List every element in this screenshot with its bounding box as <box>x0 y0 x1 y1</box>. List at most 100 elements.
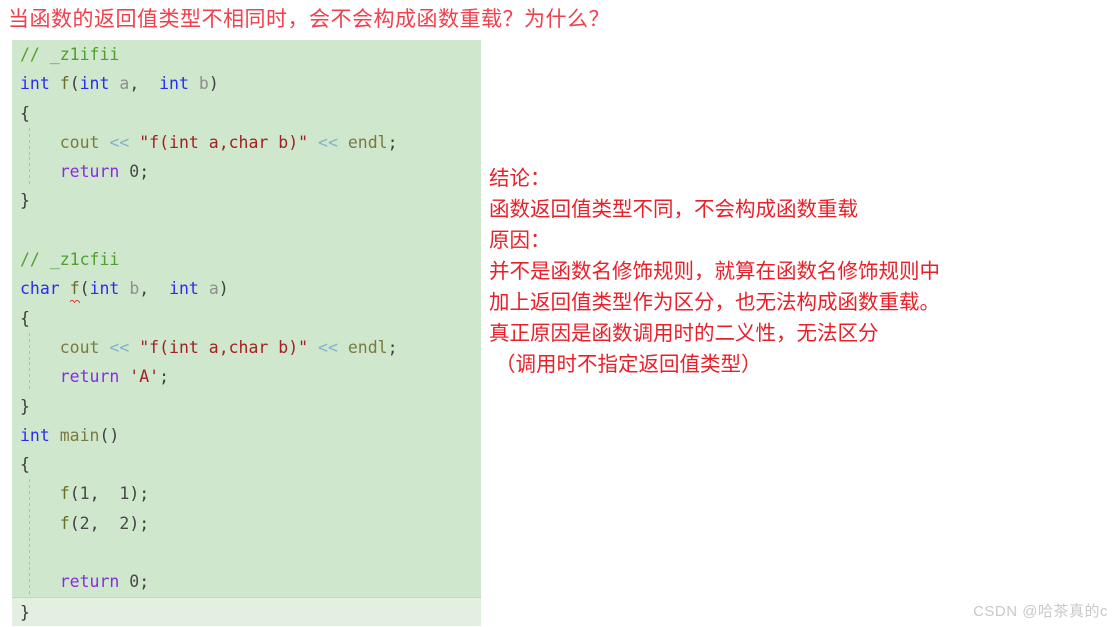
code-line[interactable]: { <box>12 304 481 333</box>
code-token: 2 <box>79 513 90 533</box>
code-token: a <box>208 279 219 299</box>
code-token: return <box>59 367 120 387</box>
code-token: int <box>159 74 189 94</box>
code-token: int <box>20 425 50 445</box>
csdn-watermark: CSDN @哈茶真的c <box>973 603 1108 620</box>
code-token: ; <box>387 337 398 357</box>
code-token: ( <box>69 74 80 94</box>
code-token: cout <box>20 132 110 152</box>
code-token: 0 <box>129 162 140 182</box>
code-token: { <box>20 455 30 475</box>
code-line[interactable]: f(2, 2); <box>12 508 481 539</box>
code-token: cout <box>20 337 110 357</box>
code-token: // _z1cfii <box>20 250 120 270</box>
code-token: << <box>109 132 140 152</box>
code-line[interactable]: return 0; <box>12 157 481 187</box>
annotation-line: 加上返回值类型作为区分，也无法构成函数重载。 <box>489 292 940 314</box>
code-token: ); <box>129 513 150 533</box>
annotation-line: 真正原因是函数调用时的二义性，无法区分 <box>489 323 879 345</box>
code-token: ; <box>159 367 170 387</box>
code-token: } <box>20 191 30 211</box>
code-token: a <box>119 74 130 94</box>
code-token: << <box>308 132 348 152</box>
code-line[interactable]: // _z1cfii <box>12 245 481 274</box>
code-token: 'A' <box>129 367 160 387</box>
code-line[interactable] <box>12 538 481 568</box>
page-title: 当函数的返回值类型不相同时，会不会构成函数重载？为什么？ <box>8 7 610 31</box>
code-token: endl <box>347 337 388 357</box>
code-token: int <box>20 74 50 94</box>
code-token: int <box>169 279 199 299</box>
code-token: char <box>20 279 60 299</box>
code-token: 0 <box>129 572 140 592</box>
code-token: ; <box>139 572 150 592</box>
code-line[interactable]: return 'A'; <box>12 362 481 392</box>
code-token: "f(int a,char b)" <box>139 337 309 357</box>
code-token: , <box>139 279 170 299</box>
code-token: b <box>198 74 209 94</box>
code-token: , <box>129 74 160 94</box>
annotation-line: 函数返回值类型不同，不会构成函数重载 <box>489 199 858 221</box>
code-token: } <box>20 396 30 416</box>
code-line[interactable] <box>12 216 481 245</box>
code-token: return <box>59 162 120 182</box>
annotation-line: 原因： <box>489 230 551 252</box>
code-line[interactable]: // _z1ifii <box>12 40 481 69</box>
code-token: () <box>99 425 120 445</box>
code-token: 1 <box>119 484 130 504</box>
annotation-line: 结论： <box>489 168 551 190</box>
code-token: ( <box>69 484 80 504</box>
code-token: } <box>20 602 30 622</box>
code-line[interactable]: return 0; <box>12 567 481 597</box>
code-line[interactable]: } <box>12 186 481 215</box>
code-token: int <box>89 279 120 299</box>
code-token: return <box>59 572 120 592</box>
code-token: << <box>308 337 348 357</box>
code-token: ( <box>79 279 90 299</box>
code-token: main <box>59 425 100 445</box>
code-line[interactable]: { <box>12 99 481 128</box>
code-token: 1 <box>79 484 90 504</box>
code-token: { <box>20 308 30 328</box>
code-line[interactable]: } <box>12 596 481 626</box>
annotation-line: （调用时不指定返回值类型） <box>495 354 762 376</box>
code-token: << <box>109 337 140 357</box>
code-token: // _z1ifii <box>20 45 120 64</box>
code-line[interactable]: cout << "f(int a,char b)" << endl; <box>12 127 481 158</box>
code-token: ) <box>208 74 219 94</box>
code-block[interactable]: // _z1ifii int f(int a, int b){ cout << "… <box>12 40 481 626</box>
code-token: ; <box>387 132 398 152</box>
code-token: f <box>59 74 70 94</box>
code-token: ( <box>69 513 80 533</box>
code-token: 2 <box>119 513 130 533</box>
annotation-line: 并不是函数名修饰规则，就算在函数名修饰规则中 <box>489 261 940 283</box>
code-line[interactable]: f(1, 1); <box>12 479 481 510</box>
code-line[interactable]: cout << "f(int a,char b)" << endl; <box>12 332 481 363</box>
code-line[interactable]: { <box>12 450 481 479</box>
code-token: "f(int a,char b)" <box>139 132 309 152</box>
code-line[interactable]: char f(int b, int a) <box>12 274 481 303</box>
code-line[interactable]: int f(int a, int b) <box>12 69 481 98</box>
code-token: f <box>59 513 70 533</box>
code-token: int <box>79 74 110 94</box>
code-line[interactable]: int main() <box>12 421 481 450</box>
code-token: f <box>69 274 80 303</box>
code-token: b <box>129 279 140 299</box>
code-line[interactable]: } <box>12 392 481 421</box>
code-token: , <box>89 513 120 533</box>
code-token: , <box>89 484 120 504</box>
code-token: f <box>59 484 70 504</box>
